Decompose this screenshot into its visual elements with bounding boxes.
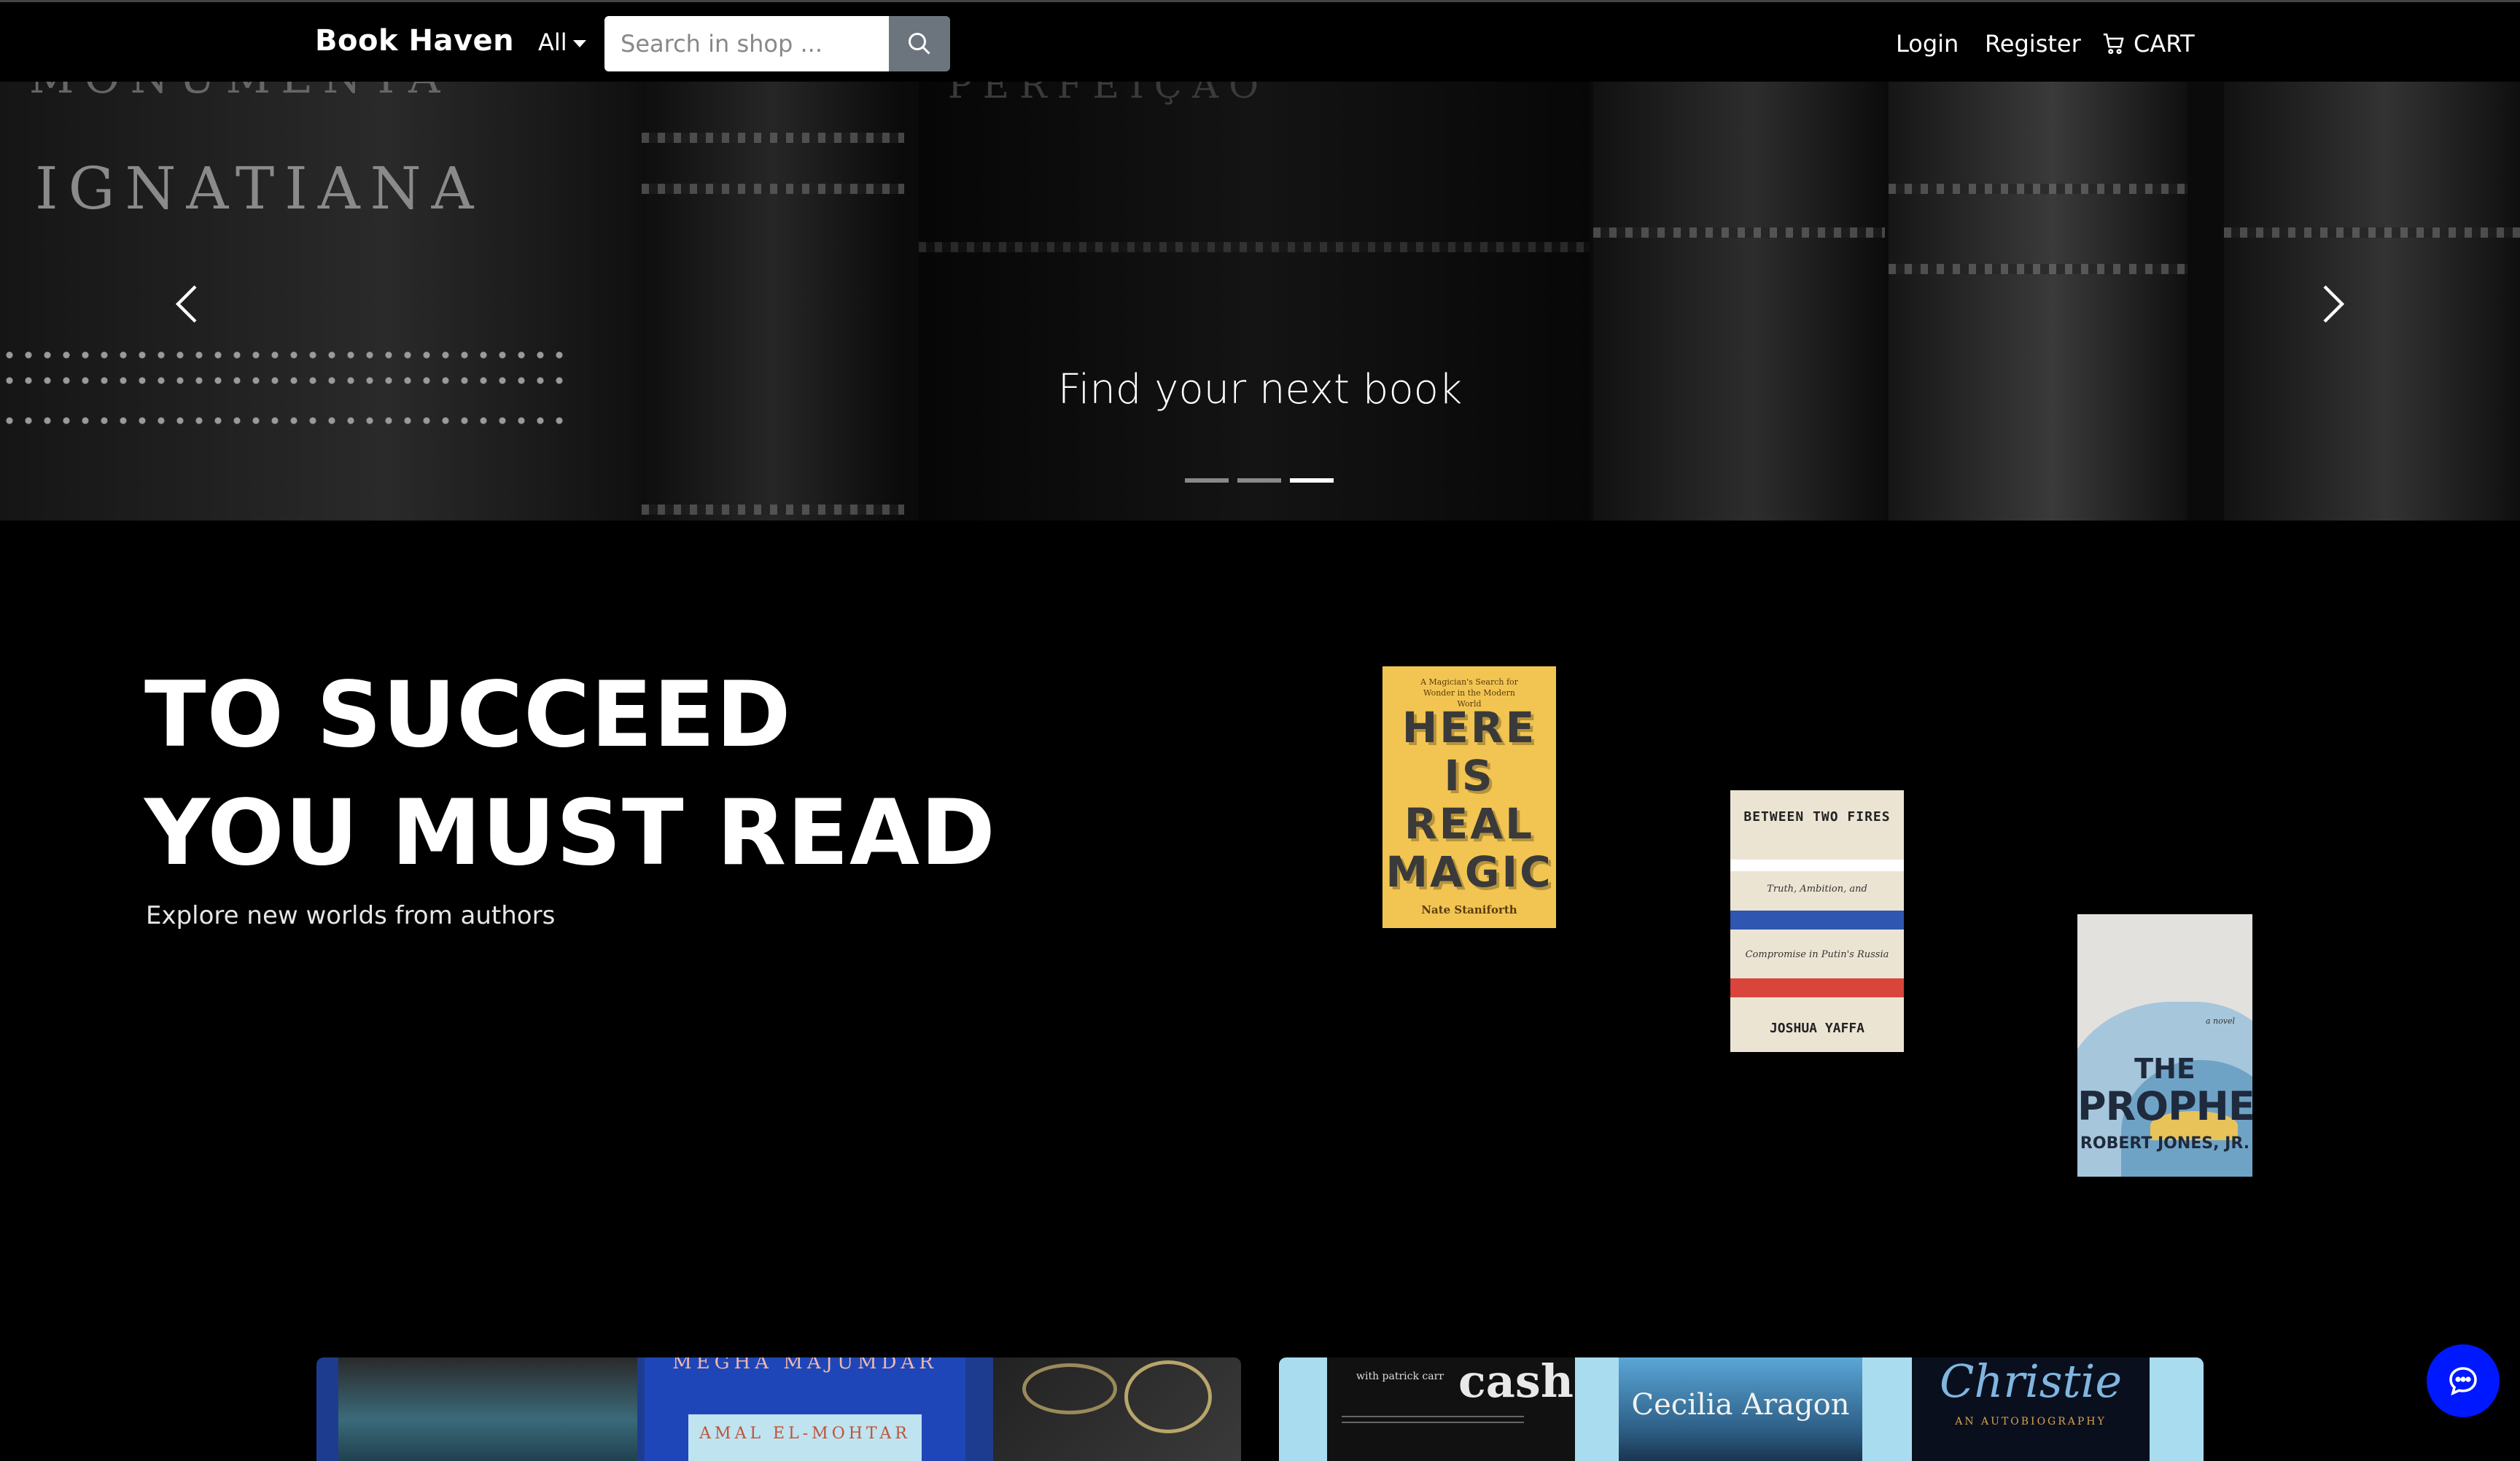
book-label: a novel <box>2205 1016 2235 1026</box>
promo-cover-text: cash <box>1458 1357 1574 1408</box>
carousel-bg-spine <box>1889 82 2188 521</box>
spine-ornament <box>0 351 569 359</box>
promo-cover-text: Christie <box>1939 1357 2123 1408</box>
book-cover-here-is-real-magic[interactable]: A Magician's Search for Wonder in the Mo… <box>1382 666 1556 928</box>
carousel-next-button[interactable] <box>2310 275 2354 333</box>
search-icon <box>909 33 930 55</box>
spine-text: PERFEIÇÃO <box>948 82 1269 106</box>
book-author: Nate Staniforth <box>1421 903 1517 916</box>
hero-title: TO SUCCEED YOU MUST READ <box>144 656 996 892</box>
category-dropdown[interactable]: All <box>538 28 586 56</box>
spine-text: MONUMENTA <box>29 82 451 104</box>
promo-cover: MEGHA MAJUMDAR AMAL EL-MOHTAR <box>645 1357 965 1461</box>
carousel-prev-button[interactable] <box>166 275 210 333</box>
promo-banner-left[interactable]: MEGHA MAJUMDAR AMAL EL-MOHTAR <box>316 1357 1241 1461</box>
book-title: PROPHETS <box>2077 1083 2252 1129</box>
promo-cover-blurb <box>1342 1416 1524 1423</box>
chevron-left-icon <box>175 285 197 323</box>
book-title-word: MAGIC <box>1385 847 1553 897</box>
hero-carousel: MONUMENTA IGNATIANA PERFEIÇÃO Find your … <box>0 82 2520 521</box>
promo-banner-right[interactable]: with patrick carr cash Cecilia Aragon Ch… <box>1279 1357 2204 1461</box>
cover-stripe <box>1730 860 1904 871</box>
carousel-caption: Find your next book <box>1057 366 1463 413</box>
carousel-indicators <box>1185 478 1334 483</box>
promo-cover: with patrick carr cash <box>1327 1357 1575 1461</box>
book-title: BETWEEN TWO FIRES <box>1743 809 1891 825</box>
caret-down-icon <box>572 40 586 47</box>
chevron-right-icon <box>2323 285 2345 323</box>
carousel-indicator-2[interactable] <box>1237 478 1281 483</box>
login-link[interactable]: Login <box>1896 30 1959 58</box>
book-author: JOSHUA YAFFA <box>1769 1021 1865 1036</box>
promo-cover-text: AMAL EL-MOHTAR <box>699 1425 911 1443</box>
spine-text: IGNATIANA <box>35 155 484 222</box>
search-input[interactable] <box>604 16 889 71</box>
promo-cover: Christie AN AUTOBIOGRAPHY <box>1912 1357 2150 1461</box>
hero-title-line2: YOU MUST READ <box>144 781 996 886</box>
category-dropdown-label: All <box>538 28 567 56</box>
promo-cover-text: MEGHA MAJUMDAR <box>672 1357 938 1374</box>
book-subtitle: Compromise in Putin's Russia <box>1745 949 1889 960</box>
book-title-prefix: THE <box>2134 1053 2196 1085</box>
carousel-indicator-3[interactable] <box>1290 478 1334 483</box>
promo-cover-text: AN AUTOBIOGRAPHY <box>1955 1416 2107 1427</box>
book-author: ROBERT JONES, JR. <box>2080 1134 2250 1153</box>
key-art <box>1022 1363 1117 1414</box>
cart-link[interactable]: CART <box>2101 30 2195 58</box>
cart-icon <box>2103 33 2124 55</box>
book-title-word: REAL <box>1404 799 1535 849</box>
book-title-word: IS <box>1444 751 1495 800</box>
chat-icon <box>2449 1367 2477 1396</box>
cover-stripe <box>1730 978 1904 997</box>
cart-label: CART <box>2134 30 2195 58</box>
brand-logo[interactable]: Book Haven <box>315 24 514 58</box>
book-title-word: HERE <box>1401 703 1537 752</box>
carousel-bg-spine <box>2224 82 2520 521</box>
chat-button[interactable] <box>2427 1344 2500 1417</box>
hero-title-line1: TO SUCCEED <box>144 663 792 768</box>
carousel-bg-spine: MONUMENTA IGNATIANA <box>0 82 642 521</box>
promo-cover <box>993 1357 1241 1461</box>
promo-cover: Cecilia Aragon <box>1619 1357 1862 1461</box>
promo-cover-text: with patrick carr <box>1356 1371 1444 1382</box>
carousel-bg-spine: PERFEIÇÃO <box>919 82 1590 521</box>
key-art <box>1124 1360 1212 1433</box>
register-link[interactable]: Register <box>1985 30 2081 58</box>
spine-ornament <box>0 417 569 424</box>
book-cover-the-prophets[interactable]: a novel THE PROPHETS ROBERT JONES, JR. <box>2077 914 2252 1177</box>
carousel-bg-spine <box>642 82 904 521</box>
promo-cover-text: Cecilia Aragon <box>1631 1388 1850 1422</box>
book-subtitle: Truth, Ambition, and <box>1767 884 1867 895</box>
search-button[interactable] <box>889 16 950 71</box>
book-cover-between-two-fires[interactable]: BETWEEN TWO FIRES Truth, Ambition, and C… <box>1730 790 1904 1052</box>
top-navbar: Book Haven All Login Register CART <box>0 0 2520 82</box>
hero-subtitle: Explore new worlds from authors <box>146 901 556 930</box>
promo-cover <box>338 1357 637 1461</box>
cover-stripe <box>1730 911 1904 930</box>
carousel-bg-spine <box>1593 82 1885 521</box>
carousel-indicator-1[interactable] <box>1185 478 1229 483</box>
